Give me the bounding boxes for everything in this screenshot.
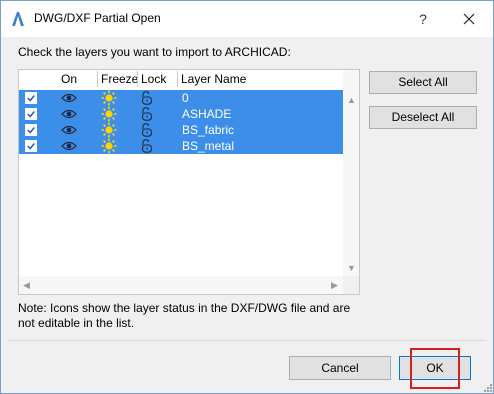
- sun-icon: [101, 106, 117, 122]
- scroll-down-icon[interactable]: ▼: [347, 263, 356, 273]
- layer-checkbox[interactable]: [25, 108, 37, 120]
- footer-divider: [9, 340, 485, 341]
- table-row[interactable]: 0: [19, 90, 343, 106]
- title-bar: DWG/DXF Partial Open ?: [1, 1, 493, 37]
- help-button[interactable]: ?: [409, 8, 437, 30]
- scroll-right-icon[interactable]: ▶: [331, 280, 338, 290]
- window-title: DWG/DXF Partial Open: [34, 11, 161, 25]
- layer-name: ASHADE: [182, 107, 232, 121]
- layer-checkbox[interactable]: [25, 140, 37, 152]
- eye-icon: [61, 141, 77, 151]
- column-header-on[interactable]: On: [61, 72, 77, 86]
- layer-checkbox[interactable]: [25, 124, 37, 136]
- column-separator[interactable]: [97, 71, 98, 87]
- ok-highlight-box: [410, 348, 460, 389]
- dialog-window: DWG/DXF Partial Open ? Check the layers …: [0, 0, 494, 394]
- unlocked-icon: [141, 139, 153, 153]
- column-separator[interactable]: [137, 71, 138, 87]
- scrollbar-corner: [343, 276, 359, 294]
- eye-icon: [61, 93, 77, 103]
- sun-icon: [101, 90, 117, 106]
- eye-icon: [61, 109, 77, 119]
- resize-grip-icon[interactable]: [481, 381, 493, 393]
- note-text: Note: Icons show the layer status in the…: [18, 301, 351, 330]
- layer-checkbox[interactable]: [25, 92, 37, 104]
- layer-name: 0: [182, 91, 189, 105]
- table-row[interactable]: BS_metal: [19, 138, 343, 154]
- horizontal-scrollbar[interactable]: ◀ ▶: [19, 276, 343, 294]
- archicad-app-icon: [12, 12, 24, 26]
- close-icon[interactable]: [453, 8, 485, 30]
- sun-icon: [101, 138, 117, 154]
- sun-icon: [101, 122, 117, 138]
- unlocked-icon: [141, 91, 153, 105]
- scroll-up-icon[interactable]: ▲: [347, 95, 356, 105]
- instruction-text: Check the layers you want to import to A…: [18, 45, 291, 59]
- eye-icon: [61, 125, 77, 135]
- list-header: On Freeze Lock Layer Name: [19, 70, 343, 88]
- layer-name: BS_metal: [182, 139, 235, 153]
- layer-list[interactable]: On Freeze Lock Layer Name 0 ASHADE BS_fa…: [18, 69, 360, 295]
- table-row[interactable]: BS_fabric: [19, 122, 343, 138]
- unlocked-icon: [141, 123, 153, 137]
- vertical-scrollbar[interactable]: ▲ ▼: [343, 70, 359, 276]
- unlocked-icon: [141, 107, 153, 121]
- column-header-lock[interactable]: Lock: [141, 72, 166, 86]
- column-header-layer-name[interactable]: Layer Name: [181, 72, 246, 86]
- layer-name: BS_fabric: [182, 123, 235, 137]
- table-row[interactable]: ASHADE: [19, 106, 343, 122]
- deselect-all-button[interactable]: Deselect All: [369, 106, 477, 129]
- column-header-freeze[interactable]: Freeze: [101, 72, 138, 86]
- cancel-button[interactable]: Cancel: [289, 356, 391, 380]
- select-all-button[interactable]: Select All: [369, 71, 477, 94]
- scroll-left-icon[interactable]: ◀: [23, 280, 30, 290]
- column-separator[interactable]: [177, 71, 178, 87]
